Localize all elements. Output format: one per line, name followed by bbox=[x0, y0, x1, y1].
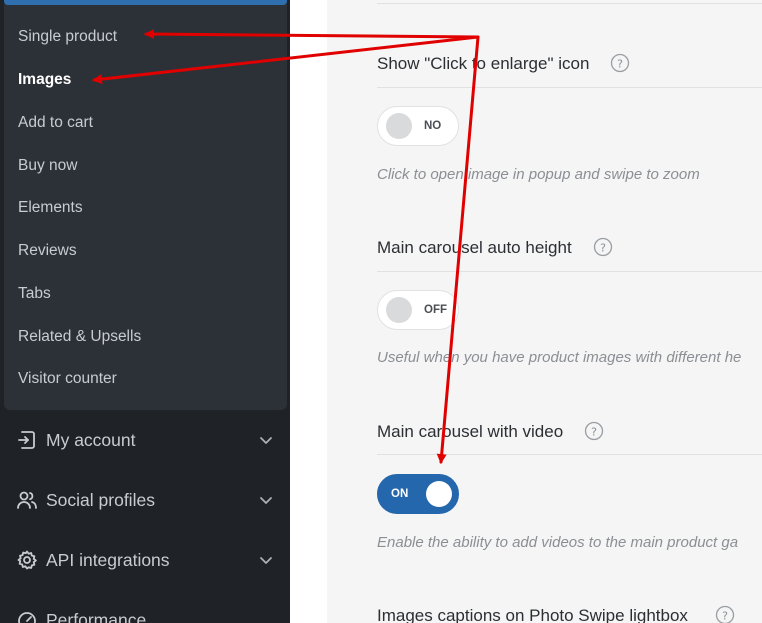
sidebar-item-social-profiles[interactable]: Social profiles bbox=[0, 480, 290, 520]
chevron-down-icon bbox=[260, 557, 272, 564]
sidebar-item-label: API integrations bbox=[46, 550, 170, 570]
toggle-knob bbox=[386, 297, 412, 323]
help-icon[interactable]: ? bbox=[610, 53, 630, 73]
setting-title-carousel-video: Main carousel with video bbox=[377, 422, 564, 441]
sidebar-item-label: Social profiles bbox=[46, 490, 155, 510]
help-icon[interactable]: ? bbox=[715, 605, 735, 623]
svg-text:?: ? bbox=[591, 426, 597, 439]
setting-title-click-to-enlarge: Show "Click to enlarge" icon bbox=[377, 54, 590, 73]
toggle-state-label: NO bbox=[424, 120, 442, 132]
sidebar-item-performance[interactable]: Performance bbox=[0, 600, 290, 623]
toggle-click-to-enlarge[interactable]: NO bbox=[377, 106, 459, 146]
help-icon[interactable]: ? bbox=[584, 421, 604, 441]
submenu-item-add-to-cart[interactable]: Add to cart bbox=[18, 113, 93, 133]
submenu-item-elements[interactable]: Elements bbox=[18, 198, 83, 218]
setting-hint: Useful when you have product images with… bbox=[377, 349, 742, 366]
sidebar-item-label: Performance bbox=[46, 610, 147, 623]
svg-text:?: ? bbox=[722, 610, 728, 623]
sidebar-item-api-integrations[interactable]: API integrations bbox=[0, 540, 290, 580]
submenu-item-related-upsells[interactable]: Related & Upsells bbox=[18, 327, 141, 347]
chevron-down-icon bbox=[260, 437, 272, 444]
toggle-knob bbox=[426, 481, 452, 507]
sidebar-item-my-account[interactable]: My account bbox=[0, 420, 290, 460]
chevron-down-icon bbox=[260, 497, 272, 504]
sidebar-item-label: My account bbox=[46, 430, 136, 450]
toggle-state-label: OFF bbox=[424, 304, 447, 316]
setting-divider bbox=[377, 87, 762, 88]
users-icon bbox=[17, 491, 37, 509]
submenu-item-visitor-counter[interactable]: Visitor counter bbox=[18, 369, 117, 389]
toggle-knob bbox=[386, 113, 412, 139]
toggle-auto-height[interactable]: OFF bbox=[377, 290, 459, 330]
submenu-item-images[interactable]: Images bbox=[18, 70, 71, 90]
sidebar: Single product Images Add to cart Buy no… bbox=[0, 0, 290, 623]
main-content: Show "Click to enlarge" icon ? NO Click … bbox=[290, 0, 762, 623]
settings-submenu: Single product Images Add to cart Buy no… bbox=[4, 0, 287, 410]
setting-hint: Enable the ability to add videos to the … bbox=[377, 534, 739, 551]
submenu-item-single-product[interactable]: Single product bbox=[18, 27, 117, 47]
svg-text:?: ? bbox=[617, 58, 623, 71]
setting-hint: Click to open image in popup and swipe t… bbox=[377, 166, 700, 183]
toggle-carousel-video[interactable]: ON bbox=[377, 474, 459, 514]
gear-icon bbox=[17, 550, 37, 570]
help-icon[interactable]: ? bbox=[593, 237, 613, 257]
svg-text:?: ? bbox=[600, 242, 606, 255]
gauge-icon bbox=[18, 612, 36, 623]
setting-title-auto-height: Main carousel auto height bbox=[377, 238, 572, 257]
setting-divider bbox=[377, 3, 762, 4]
setting-divider bbox=[377, 454, 762, 455]
submenu-active-indicator bbox=[4, 0, 287, 5]
setting-title-images-captions: Images captions on Photo Swipe lightbox bbox=[377, 606, 688, 623]
submenu-item-reviews[interactable]: Reviews bbox=[18, 241, 77, 261]
toggle-state-label: ON bbox=[391, 488, 409, 500]
submenu-item-tabs[interactable]: Tabs bbox=[18, 284, 51, 304]
setting-divider bbox=[377, 271, 762, 272]
submenu-item-buy-now[interactable]: Buy now bbox=[18, 156, 77, 176]
sign-in-icon bbox=[18, 431, 35, 449]
